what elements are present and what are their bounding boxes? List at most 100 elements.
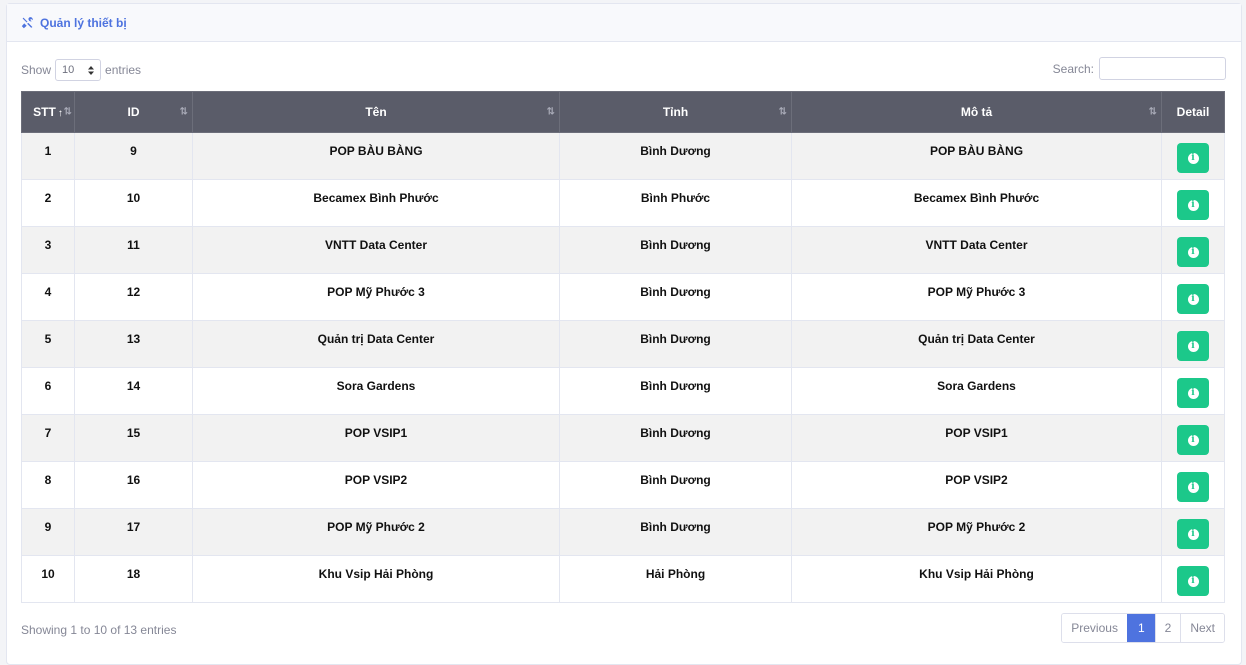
cell-tinh: Bình Dương bbox=[559, 132, 792, 180]
sort-icon: ⇅ bbox=[778, 106, 788, 118]
cell-id: 13 bbox=[74, 320, 193, 368]
column-header-ten[interactable]: Tên ⇅ bbox=[192, 91, 560, 133]
detail-button[interactable]: i bbox=[1177, 378, 1209, 408]
table-row: 3 11 VNTT Data Center Bình Dương VNTT Data C… bbox=[21, 226, 1225, 274]
cell-id: 11 bbox=[74, 226, 193, 274]
info-icon: i bbox=[1187, 387, 1199, 399]
cell-mota: Quản trị Data Center bbox=[791, 320, 1162, 368]
info-icon: i bbox=[1187, 340, 1199, 352]
cell-detail: i bbox=[1161, 132, 1225, 180]
cell-ten: Khu Vsip Hải Phòng bbox=[192, 555, 560, 603]
cell-mota: POP VSIP2 bbox=[791, 461, 1162, 509]
detail-button[interactable]: i bbox=[1177, 566, 1209, 596]
table-row: 5 13 Quản trị Data Center Bình Dương Quản tr… bbox=[21, 320, 1225, 368]
info-icon: i bbox=[1187, 575, 1199, 587]
column-header-detail: Detail bbox=[1161, 91, 1225, 133]
cell-tinh: Bình Dương bbox=[559, 367, 792, 415]
table-row: 6 14 Sora Gardens Bình Dương Sora Gardens i bbox=[21, 367, 1225, 415]
cell-detail: i bbox=[1161, 367, 1225, 415]
detail-button[interactable]: i bbox=[1177, 472, 1209, 502]
info-icon: i bbox=[1187, 528, 1199, 540]
cell-ten: POP VSIP2 bbox=[192, 461, 560, 509]
table-row: 1 9 POP BÀU BÀNG Bình Dương POP BÀU BÀNG i bbox=[21, 132, 1225, 180]
search-label: Search: bbox=[1052, 61, 1094, 76]
cell-ten: Sora Gardens bbox=[192, 367, 560, 415]
cell-stt: 9 bbox=[21, 508, 75, 556]
table-header-row: STT ↑ ⇅ ID ⇅ Tên ⇅ Tỉnh ⇅ Mô tả ⇅ Detail bbox=[21, 91, 1225, 133]
cell-stt: 2 bbox=[21, 179, 75, 227]
cell-tinh: Bình Dương bbox=[559, 508, 792, 556]
detail-button[interactable]: i bbox=[1177, 519, 1209, 549]
info-icon: i bbox=[1187, 481, 1199, 493]
cell-mota: POP Mỹ Phước 3 bbox=[791, 273, 1162, 321]
cell-stt: 5 bbox=[21, 320, 75, 368]
cell-id: 15 bbox=[74, 414, 193, 462]
cell-tinh: Bình Dương bbox=[559, 273, 792, 321]
cell-mota: Becamex Bình Phước bbox=[791, 179, 1162, 227]
page-2-button[interactable]: 2 bbox=[1154, 614, 1181, 642]
cell-stt: 4 bbox=[21, 273, 75, 321]
page-1-button[interactable]: 1 bbox=[1126, 614, 1155, 642]
previous-button[interactable]: Previous bbox=[1062, 614, 1127, 642]
cell-ten: VNTT Data Center bbox=[192, 226, 560, 274]
cell-detail: i bbox=[1161, 226, 1225, 274]
cell-tinh: Bình Dương bbox=[559, 461, 792, 509]
cell-detail: i bbox=[1161, 273, 1225, 321]
info-icon: i bbox=[1187, 293, 1199, 305]
cell-stt: 1 bbox=[21, 132, 75, 180]
cell-mota: POP Mỹ Phước 2 bbox=[791, 508, 1162, 556]
column-header-id[interactable]: ID ⇅ bbox=[74, 91, 193, 133]
tools-icon bbox=[21, 17, 33, 29]
search-input[interactable] bbox=[1099, 57, 1226, 80]
cell-id: 17 bbox=[74, 508, 193, 556]
info-icon: i bbox=[1187, 152, 1199, 164]
pagination: Previous 1 2 Next bbox=[1061, 613, 1225, 643]
length-control: Show 10 entries bbox=[21, 59, 141, 81]
cell-stt: 7 bbox=[21, 414, 75, 462]
detail-button[interactable]: i bbox=[1177, 190, 1209, 220]
cell-detail: i bbox=[1161, 320, 1225, 368]
cell-stt: 8 bbox=[21, 461, 75, 509]
card-header: Quản lý thiết bị bbox=[7, 4, 1241, 42]
cell-id: 14 bbox=[74, 367, 193, 415]
sort-icon: ⇅ bbox=[1148, 106, 1158, 118]
cell-tinh: Bình Phước bbox=[559, 179, 792, 227]
table-info: Showing 1 to 10 of 13 entries bbox=[21, 623, 177, 637]
detail-button[interactable]: i bbox=[1177, 425, 1209, 455]
info-icon: i bbox=[1187, 246, 1199, 258]
detail-button[interactable]: i bbox=[1177, 237, 1209, 267]
table-row: 2 10 Becamex Bình Phước Bình Phước Becamex B… bbox=[21, 179, 1225, 227]
table-row: 7 15 POP VSIP1 Bình Dương POP VSIP1 i bbox=[21, 414, 1225, 462]
cell-id: 9 bbox=[74, 132, 193, 180]
table-row: 8 16 POP VSIP2 Bình Dương POP VSIP2 i bbox=[21, 461, 1225, 509]
select-arrows-icon bbox=[88, 65, 95, 75]
detail-button[interactable]: i bbox=[1177, 143, 1209, 173]
detail-button[interactable]: i bbox=[1177, 331, 1209, 361]
cell-ten: POP VSIP1 bbox=[192, 414, 560, 462]
column-header-mota[interactable]: Mô tả ⇅ bbox=[791, 91, 1162, 133]
entries-select[interactable]: 10 bbox=[55, 59, 102, 81]
column-header-stt[interactable]: STT ↑ ⇅ bbox=[21, 91, 75, 133]
cell-tinh: Bình Dương bbox=[559, 414, 792, 462]
cell-id: 10 bbox=[74, 179, 193, 227]
length-suffix: entries bbox=[105, 63, 142, 77]
cell-stt: 6 bbox=[21, 367, 75, 415]
cell-detail: i bbox=[1161, 414, 1225, 462]
info-icon: i bbox=[1187, 434, 1199, 446]
cell-ten: POP BÀU BÀNG bbox=[192, 132, 560, 180]
device-table: STT ↑ ⇅ ID ⇅ Tên ⇅ Tỉnh ⇅ Mô tả ⇅ Detail 1 9 POP… bbox=[21, 91, 1225, 603]
table-row: 9 17 POP Mỹ Phước 2 Bình Dương POP Mỹ Phước … bbox=[21, 508, 1225, 556]
cell-detail: i bbox=[1161, 555, 1225, 603]
next-button[interactable]: Next bbox=[1180, 614, 1224, 642]
detail-button[interactable]: i bbox=[1177, 284, 1209, 314]
page-title: Quản lý thiết bị bbox=[40, 15, 127, 30]
cell-id: 12 bbox=[74, 273, 193, 321]
column-header-tinh[interactable]: Tỉnh ⇅ bbox=[559, 91, 792, 133]
cell-mota: POP VSIP1 bbox=[791, 414, 1162, 462]
sort-icon: ⇅ bbox=[179, 106, 189, 118]
cell-mota: Khu Vsip Hải Phòng bbox=[791, 555, 1162, 603]
table-row: 10 18 Khu Vsip Hải Phòng Hải Phòng Khu Vsip … bbox=[21, 555, 1225, 603]
device-management-card: Quản lý thiết bị Show 10 entries Search:… bbox=[6, 3, 1242, 665]
cell-detail: i bbox=[1161, 461, 1225, 509]
cell-mota: Sora Gardens bbox=[791, 367, 1162, 415]
